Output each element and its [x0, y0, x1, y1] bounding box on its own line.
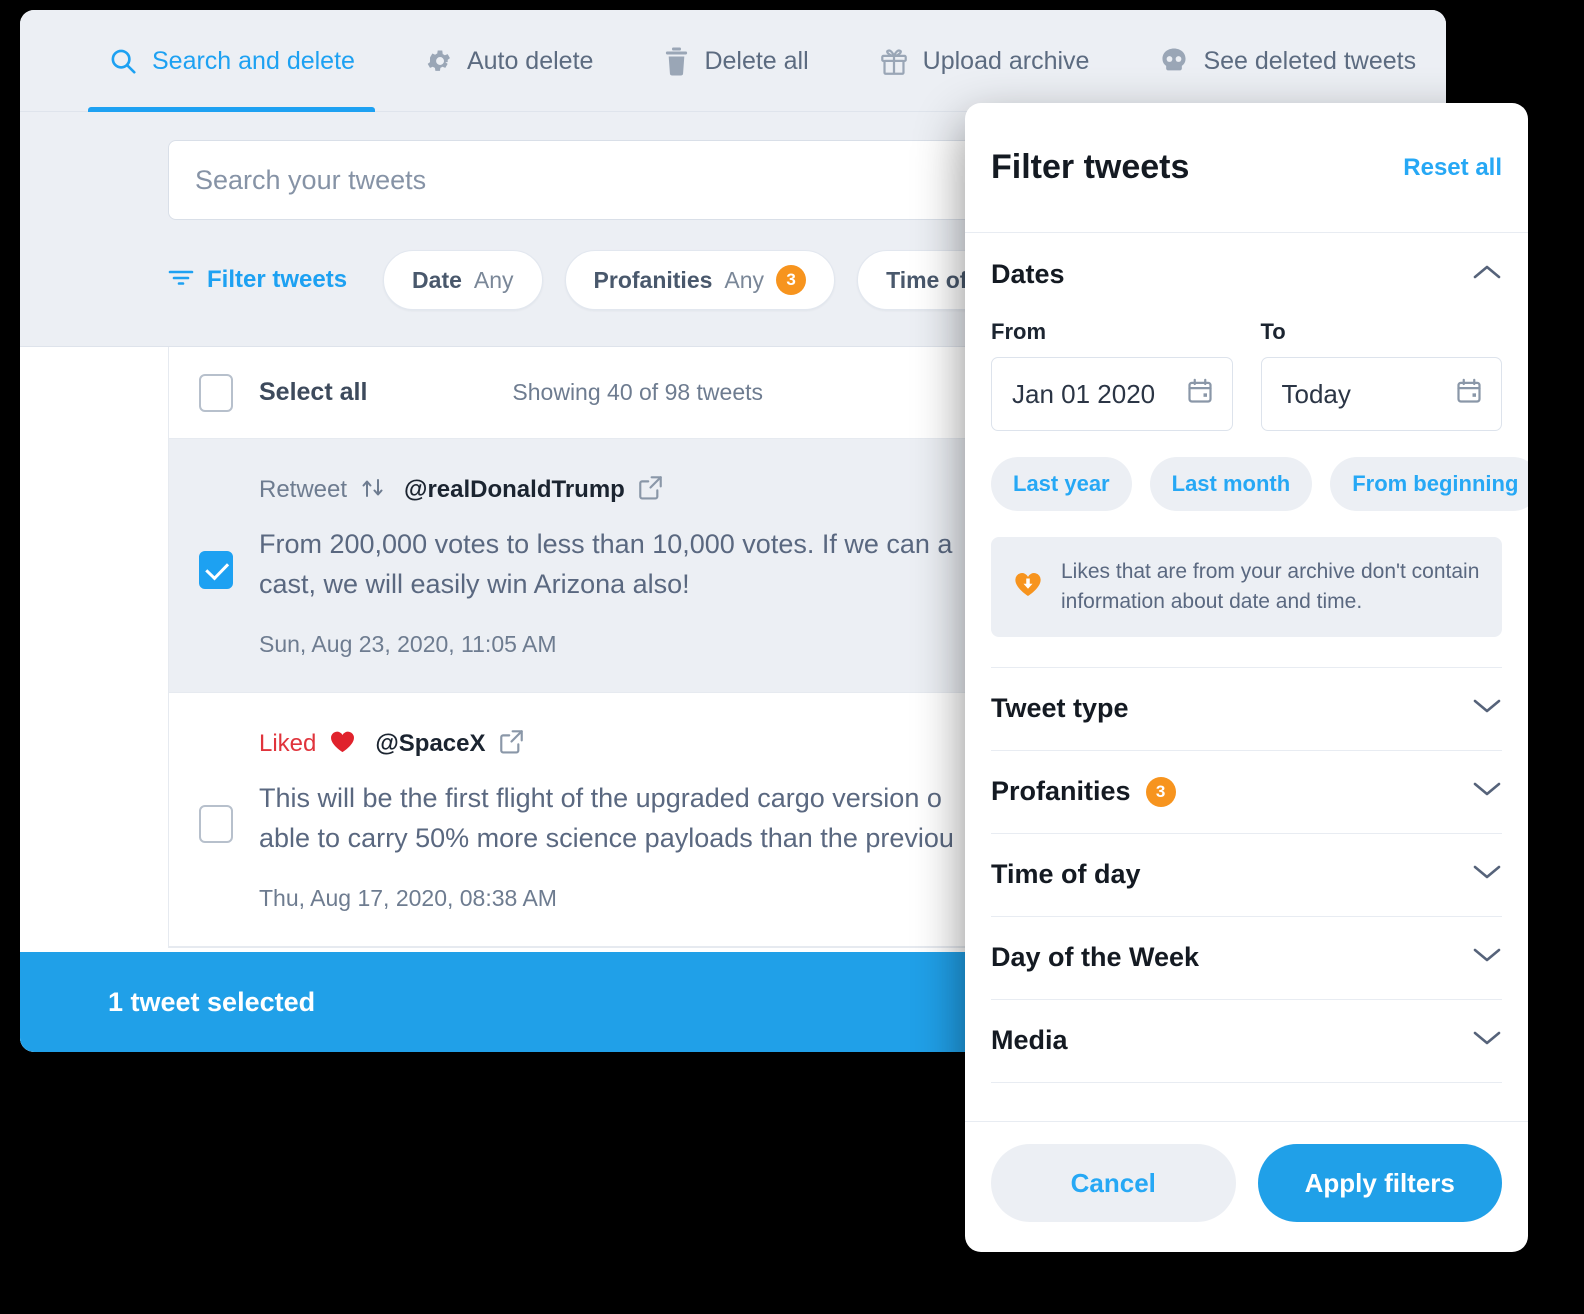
quick-range-from-beginning[interactable]: From beginning — [1330, 457, 1528, 511]
chip-label: Date — [412, 266, 462, 293]
selection-count-label: 1 tweet selected — [108, 986, 316, 1017]
chip-badge: 3 — [776, 265, 807, 295]
section-day-of-week-header[interactable]: Day of the Week — [991, 917, 1502, 999]
section-title: Time of day — [991, 859, 1141, 890]
reset-all-button[interactable]: Reset all — [1403, 154, 1502, 182]
chevron-down-icon — [1472, 1029, 1502, 1052]
cancel-button[interactable]: Cancel — [991, 1144, 1236, 1222]
tab-label: Upload archive — [922, 46, 1090, 75]
date-to-value: Today — [1281, 378, 1351, 409]
archive-likes-notice: Likes that are from your archive don't c… — [991, 537, 1502, 637]
page-title: Filter tweets — [991, 148, 1190, 186]
heart-icon — [329, 729, 356, 759]
section-title: Dates — [991, 258, 1065, 289]
section-profanities-header[interactable]: Profanities 3 — [991, 751, 1502, 833]
select-all-checkbox[interactable] — [199, 373, 233, 412]
filter-tweets-label: Filter tweets — [207, 266, 348, 293]
chip-value: Any — [724, 266, 765, 293]
tab-label: Delete all — [704, 46, 809, 75]
section-dates-header[interactable]: Dates — [991, 233, 1502, 315]
trash-icon — [663, 47, 690, 76]
skull-icon — [1159, 47, 1189, 75]
date-to-input[interactable]: Today — [1260, 357, 1502, 431]
quick-range-last-month[interactable]: Last month — [1149, 457, 1313, 511]
calendar-icon[interactable] — [1455, 377, 1483, 412]
date-from-value: Jan 01 2020 — [1012, 378, 1156, 409]
section-badge: 3 — [1145, 776, 1176, 807]
archive-likes-notice-text: Likes that are from your archive don't c… — [1061, 560, 1480, 613]
tab-label: Search and delete — [152, 46, 355, 75]
filter-tweets-button[interactable]: Filter tweets — [168, 266, 347, 294]
section-title: Media — [991, 1025, 1068, 1056]
chevron-down-icon — [1472, 697, 1502, 720]
date-range-fields: From Jan 01 2020 To Today — [991, 319, 1502, 431]
showing-count: Showing 40 of 98 tweets — [512, 379, 764, 405]
filter-panel-body: Dates From Jan 01 2020 To Today Last yea… — [965, 233, 1528, 1121]
tweet-checkbox[interactable] — [199, 804, 233, 843]
section-media-header[interactable]: Media — [991, 1000, 1502, 1082]
chevron-up-icon — [1472, 263, 1502, 286]
date-from-field: From Jan 01 2020 — [991, 319, 1233, 431]
section-tweet-type-header[interactable]: Tweet type — [991, 668, 1502, 750]
chevron-down-icon — [1472, 863, 1502, 886]
tab-search-and-delete[interactable]: Search and delete — [88, 10, 375, 112]
chip-value: Any — [473, 266, 514, 293]
calendar-icon[interactable] — [1186, 377, 1214, 412]
tab-upload-archive[interactable]: Upload archive — [859, 10, 1110, 112]
date-from-label: From — [991, 319, 1046, 344]
section-title: Tweet type — [991, 693, 1129, 724]
chip-label: Profanities — [593, 266, 713, 293]
gift-icon — [879, 47, 909, 76]
chip-profanities[interactable]: Profanities Any 3 — [564, 250, 836, 310]
screen: Search and delete Auto delete Delete all… — [0, 0, 1584, 1314]
divider — [991, 1081, 1502, 1083]
section-title-label: Profanities — [991, 776, 1131, 807]
date-to-field: To Today — [1260, 319, 1502, 431]
section-dates-body: From Jan 01 2020 To Today Last year Last… — [991, 315, 1528, 667]
gear-icon — [425, 47, 453, 75]
section-time-of-day-header[interactable]: Time of day — [991, 834, 1502, 916]
chevron-down-icon — [1472, 780, 1502, 803]
tweet-handle[interactable]: @realDonaldTrump — [404, 476, 625, 504]
filter-icon — [168, 266, 194, 294]
section-title: Profanities 3 — [991, 776, 1176, 807]
tweet-kind-label: Liked — [259, 729, 317, 757]
tweet-checkbox[interactable] — [199, 551, 233, 589]
quick-range-last-year[interactable]: Last year — [991, 457, 1132, 511]
external-link-icon[interactable] — [499, 729, 524, 759]
tab-see-deleted-tweets[interactable]: See deleted tweets — [1139, 10, 1436, 112]
retweet-icon — [360, 477, 385, 504]
search-icon — [108, 46, 138, 76]
section-title: Day of the Week — [991, 942, 1200, 973]
tab-label: Auto delete — [466, 46, 594, 75]
heart-download-icon — [1013, 570, 1043, 603]
main-tab-bar: Search and delete Auto delete Delete all… — [20, 10, 1446, 112]
date-to-label: To — [1260, 319, 1286, 344]
select-all-label: Select all — [259, 378, 368, 406]
chip-date[interactable]: Date Any — [383, 250, 543, 310]
filter-tweets-panel: Filter tweets Reset all Dates From Jan 0… — [965, 103, 1528, 1252]
external-link-icon[interactable] — [638, 475, 663, 505]
filter-panel-footer: Cancel Apply filters — [965, 1121, 1528, 1252]
tweet-kind-label: Retweet — [259, 476, 348, 503]
apply-filters-button[interactable]: Apply filters — [1257, 1144, 1502, 1222]
tab-label: See deleted tweets — [1203, 46, 1417, 75]
tweet-handle[interactable]: @SpaceX — [375, 730, 485, 758]
tab-delete-all[interactable]: Delete all — [643, 10, 828, 112]
active-tab-indicator — [88, 107, 375, 112]
filter-panel-header: Filter tweets Reset all — [965, 103, 1528, 233]
date-from-input[interactable]: Jan 01 2020 — [991, 357, 1233, 431]
tab-auto-delete[interactable]: Auto delete — [405, 10, 614, 112]
quick-date-range-buttons: Last year Last month From beginning — [991, 457, 1528, 511]
chevron-down-icon — [1472, 946, 1502, 969]
